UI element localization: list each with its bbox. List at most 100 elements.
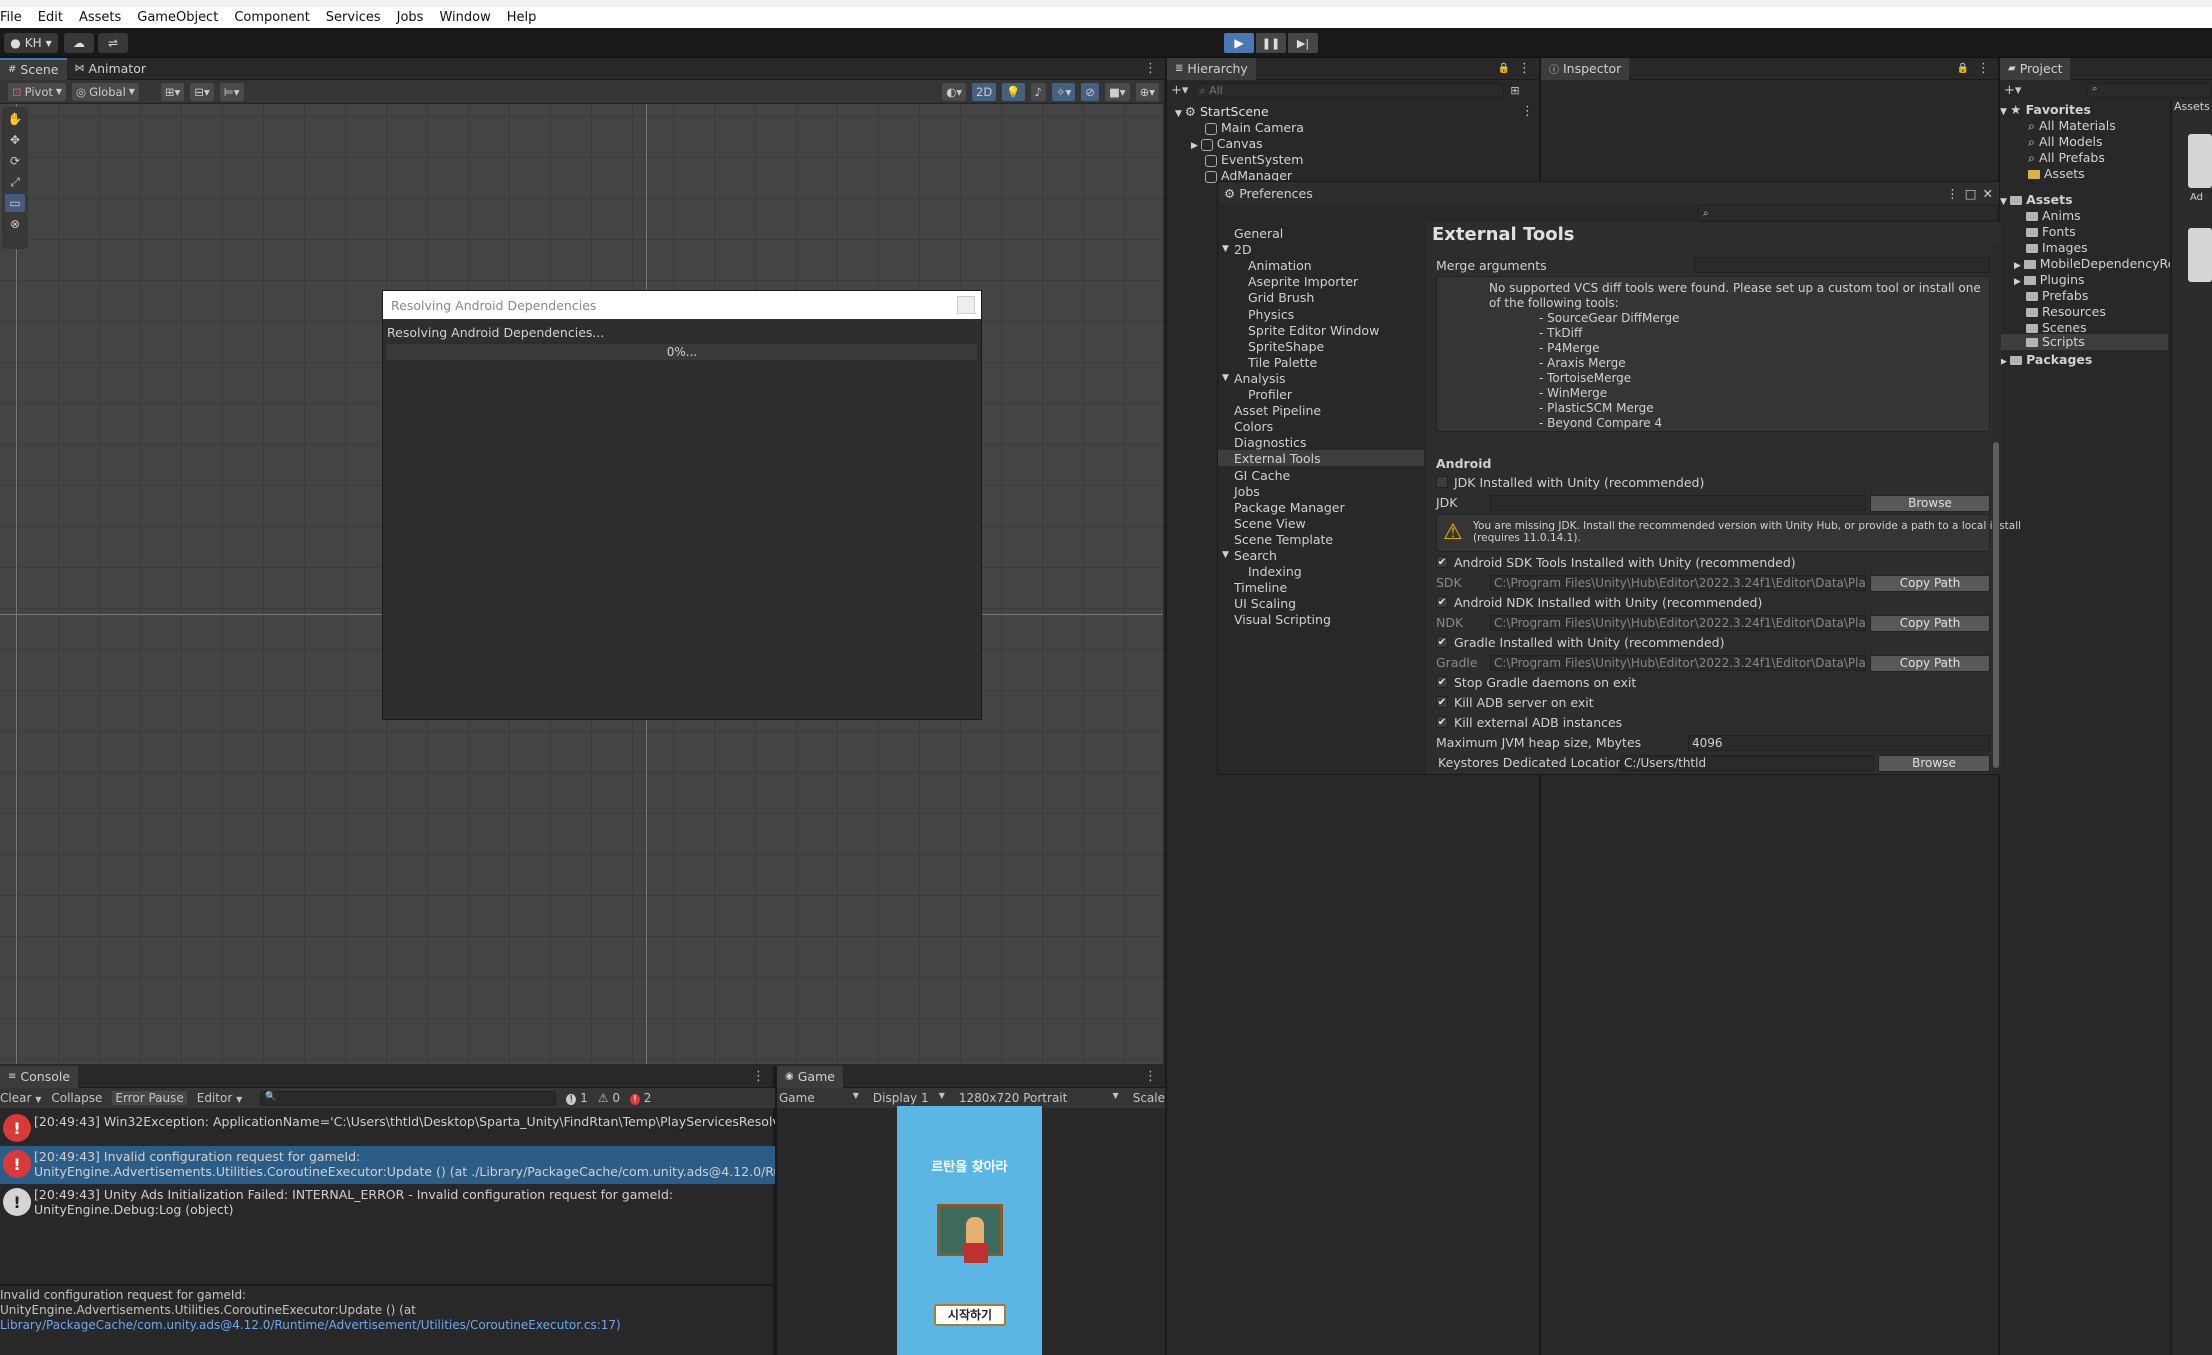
favorite-item[interactable]: ⌕ All Prefabs	[2028, 150, 2105, 166]
preferences-nav-item[interactable]: Tile Palette	[1248, 355, 1317, 370]
tab-project[interactable]: ▰ Project	[2000, 57, 2071, 80]
hierarchy-item-main-camera[interactable]: Main Camera	[1205, 120, 1304, 135]
transform-tool-icon[interactable]: ⊗	[5, 215, 25, 233]
preferences-nav-item[interactable]: Jobs	[1234, 484, 1260, 499]
game-view[interactable]: 르탄을 찾아라 시작하기	[897, 1106, 1042, 1355]
assets-header[interactable]: ▼ Assets	[2000, 192, 2073, 207]
pause-button[interactable]: ❚❚	[1256, 33, 1286, 53]
expand-icon[interactable]: ▼	[1222, 244, 1229, 254]
editor-dropdown[interactable]: Editor ▼	[197, 1091, 243, 1105]
menu-gameobject[interactable]: GameObject	[137, 10, 218, 25]
expand-icon[interactable]: ▼	[1222, 373, 1229, 383]
error-pause-toggle[interactable]: Error Pause	[112, 1091, 187, 1105]
collab-icon[interactable]: ⇌	[98, 33, 128, 53]
collapse-toggle[interactable]: Collapse	[51, 1091, 102, 1105]
jdk-checkbox[interactable]	[1436, 476, 1448, 488]
account-button[interactable]: ● KH ▼	[4, 33, 58, 53]
asset-thumbnail[interactable]	[2188, 228, 2212, 282]
add-icon[interactable]: +▾	[1171, 83, 1188, 98]
sdk-copy-path-button[interactable]: Copy Path	[1870, 575, 1990, 592]
rotate-tool-icon[interactable]: ⟳	[5, 152, 25, 170]
audio-toggle[interactable]: ♪	[1030, 82, 1046, 101]
info-count[interactable]: ! 1	[566, 1091, 588, 1105]
more-options-icon[interactable]: ⋮	[1144, 61, 1157, 76]
error-count[interactable]: ! 2	[629, 1091, 651, 1105]
tab-scene[interactable]: # Scene	[0, 57, 67, 80]
step-button[interactable]: ▶|	[1288, 33, 1318, 53]
jvm-heap-field[interactable]: 4096	[1688, 735, 1990, 751]
draw-mode-dropdown[interactable]: ◐▾	[942, 82, 967, 101]
more-options-icon[interactable]: ⋮	[1144, 1069, 1157, 1084]
kill-adb-checkbox[interactable]: ✔	[1436, 696, 1448, 708]
rect-tool-icon[interactable]: ▭	[5, 194, 25, 212]
dialog-close-button[interactable]	[957, 296, 975, 314]
scale-tool-icon[interactable]: ⤢	[5, 173, 25, 191]
jdk-path-field[interactable]	[1490, 495, 1866, 511]
preferences-nav-item[interactable]: Profiler	[1248, 387, 1292, 402]
preferences-nav-item[interactable]: Scene Template	[1234, 532, 1333, 547]
add-icon[interactable]: +▾	[2004, 83, 2021, 98]
preferences-nav-item[interactable]: Visual Scripting	[1234, 612, 1331, 627]
lighting-toggle[interactable]: 💡	[1002, 82, 1025, 101]
asset-folder[interactable]: ▶ Plugins	[2014, 272, 2085, 287]
preferences-nav-item[interactable]: External Tools	[1234, 451, 1321, 466]
preferences-search-input[interactable]: ⌕	[1698, 204, 1998, 222]
keystore-browse-button[interactable]: Browse	[1878, 755, 1990, 772]
preferences-nav-item[interactable]: Physics	[1248, 307, 1294, 322]
preferences-nav-item[interactable]: Indexing	[1248, 564, 1302, 579]
console-row[interactable]: ! [20:49:43] Win32Exception: Application…	[0, 1110, 775, 1146]
scale-slider[interactable]: Scale	[1133, 1091, 1165, 1105]
menu-assets[interactable]: Assets	[79, 10, 121, 25]
preferences-nav-item[interactable]: General	[1234, 226, 1283, 241]
expand-icon[interactable]: ▼	[1222, 550, 1229, 560]
asset-folder[interactable]: Fonts	[2026, 224, 2076, 239]
more-options-icon[interactable]: ⋮	[1977, 61, 1990, 76]
preferences-nav-item[interactable]: 2D	[1234, 242, 1252, 257]
asset-folder[interactable]: ▶ MobileDependencyRe	[2014, 256, 2175, 271]
preferences-nav-item[interactable]: Search	[1234, 548, 1277, 563]
clear-button[interactable]: Clear ▼	[0, 1091, 41, 1105]
global-dropdown[interactable]: ◎ Global ▼	[72, 82, 139, 101]
favorite-item[interactable]: ⌕ All Materials	[2028, 118, 2116, 134]
preferences-nav-item[interactable]: Grid Brush	[1248, 290, 1314, 305]
preferences-nav-item[interactable]: Analysis	[1234, 371, 1286, 386]
hierarchy-item-eventsystem[interactable]: EventSystem	[1205, 152, 1303, 167]
ndk-copy-path-button[interactable]: Copy Path	[1870, 615, 1990, 632]
grid-toggle-button[interactable]: ⊟▾	[190, 82, 214, 101]
camera-dropdown[interactable]: ■▾	[1104, 82, 1130, 101]
favorite-item[interactable]: Assets	[2028, 166, 2085, 181]
preferences-nav-item[interactable]: Colors	[1234, 419, 1273, 434]
close-icon[interactable]: ✕	[1983, 186, 1993, 201]
more-options-icon[interactable]: ⋮	[1518, 61, 1531, 76]
preferences-nav-item[interactable]: Timeline	[1234, 580, 1287, 595]
detail-link[interactable]: Library/PackageCache/com.unity.ads@4.12.…	[0, 1318, 621, 1333]
maximize-icon[interactable]: □	[1965, 186, 1977, 201]
filter-icon[interactable]: ⊞	[1510, 84, 1519, 97]
asset-folder[interactable]: Anims	[2026, 208, 2081, 223]
game-mode-dropdown[interactable]: Game ▼	[779, 1091, 859, 1105]
keystore-field[interactable]: C:/Users/thtld	[1620, 755, 1874, 771]
tab-game[interactable]: ◉ Game	[777, 1065, 843, 1088]
cloud-icon[interactable]: ☁	[64, 33, 94, 53]
preferences-scrollbar[interactable]	[1992, 244, 2000, 774]
preferences-nav-item[interactable]: Sprite Editor Window	[1248, 323, 1379, 338]
toggle-2d-button[interactable]: 2D	[972, 82, 997, 101]
scene-more-icon[interactable]: ⋮	[1521, 104, 1534, 119]
kill-external-adb-checkbox[interactable]: ✔	[1436, 716, 1448, 728]
more-options-icon[interactable]: ⋮	[1946, 186, 1959, 201]
preferences-nav-item[interactable]: Diagnostics	[1234, 435, 1307, 450]
favorites-header[interactable]: ▼ ★ Favorites	[2000, 102, 2091, 117]
gradle-checkbox[interactable]: ✔	[1436, 636, 1448, 648]
scene-root[interactable]: ▼ ⚙ StartScene	[1175, 104, 1269, 119]
preferences-nav-item[interactable]: Scene View	[1234, 516, 1306, 531]
favorite-item[interactable]: ⌕ All Models	[2028, 134, 2103, 150]
start-button[interactable]: 시작하기	[934, 1304, 1006, 1326]
menu-edit[interactable]: Edit	[38, 10, 63, 25]
asset-folder[interactable]: Prefabs	[2026, 288, 2088, 303]
preferences-nav-item[interactable]: Animation	[1248, 258, 1312, 273]
tab-inspector[interactable]: ⓘ Inspector	[1541, 57, 1630, 80]
gizmos-dropdown[interactable]: ⊕▾	[1135, 82, 1159, 101]
menu-services[interactable]: Services	[326, 10, 381, 25]
asset-folder[interactable]: Scenes	[2026, 320, 2087, 335]
assets-breadcrumb[interactable]: Assets	[2174, 100, 2210, 113]
